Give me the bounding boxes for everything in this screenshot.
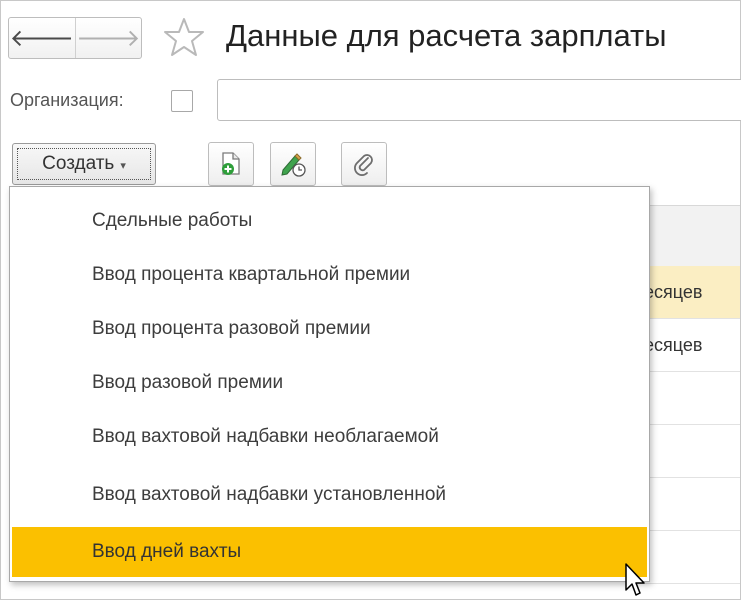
menu-item-label: Ввод вахтовой надбавки установленной — [92, 484, 447, 505]
table-cell: есяцев — [644, 281, 703, 302]
paperclip-icon — [354, 154, 373, 176]
menu-item-quarterly-bonus-percent[interactable]: Ввод процента квартальной премии — [12, 250, 647, 300]
copy-button[interactable] — [208, 142, 254, 186]
menu-item-shift-days[interactable]: Ввод дней вахты — [12, 527, 647, 577]
menu-item-piecework[interactable]: Сдельные работы — [12, 196, 647, 246]
menu-item-one-time-bonus-percent[interactable]: Ввод процента разовой премии — [12, 304, 647, 354]
menu-item-label: Ввод дней вахты — [92, 541, 242, 562]
back-button[interactable]: 🡐 — [9, 18, 75, 58]
table-row[interactable]: есяцев — [640, 266, 740, 319]
pencil-clock-icon — [281, 153, 306, 177]
menu-item-shift-allowance-set[interactable]: Ввод вахтовой надбавки установленной — [12, 470, 647, 520]
page-title: Данные для расчета зарплаты — [226, 18, 667, 53]
table-header — [640, 205, 740, 267]
arrow-right-icon: 🡒 — [76, 25, 141, 52]
attach-button[interactable] — [341, 142, 387, 186]
menu-item-label: Ввод процента квартальной премии — [92, 264, 411, 285]
edit-button[interactable] — [270, 142, 316, 186]
table-row[interactable] — [640, 478, 740, 531]
create-menu: Сдельные работы Ввод процента квартально… — [9, 186, 650, 582]
menu-item-one-time-bonus[interactable]: Ввод разовой премии — [12, 358, 647, 408]
forward-button[interactable]: 🡒 — [74, 18, 142, 58]
create-button-label: Создать — [42, 153, 115, 174]
table-row[interactable] — [640, 531, 740, 584]
menu-item-label: Ввод разовой премии — [92, 372, 284, 393]
table-cell: есяцев — [644, 334, 703, 355]
star-outline-icon[interactable] — [163, 16, 205, 58]
chevron-down-icon: ▾ — [120, 160, 126, 172]
table-row[interactable] — [640, 372, 740, 425]
document-add-icon — [222, 152, 240, 175]
menu-item-label: Ввод процента разовой премии — [92, 318, 371, 339]
navigation-buttons: 🡐 🡒 — [8, 17, 142, 59]
menu-item-shift-allowance-untaxed[interactable]: Ввод вахтовой надбавки необлагаемой — [12, 412, 647, 462]
organization-checkbox[interactable] — [171, 90, 193, 112]
menu-item-label: Ввод вахтовой надбавки необлагаемой — [92, 426, 439, 447]
menu-item-label: Сдельные работы — [92, 210, 253, 231]
organization-field[interactable] — [217, 79, 741, 121]
create-button[interactable]: Создать ▾ — [12, 143, 156, 185]
organization-label: Организация: — [10, 90, 124, 110]
table-row[interactable] — [640, 425, 740, 478]
table-row[interactable]: есяцев — [640, 319, 740, 372]
mouse-cursor-icon — [625, 563, 645, 596]
arrow-left-icon: 🡐 — [9, 25, 74, 52]
